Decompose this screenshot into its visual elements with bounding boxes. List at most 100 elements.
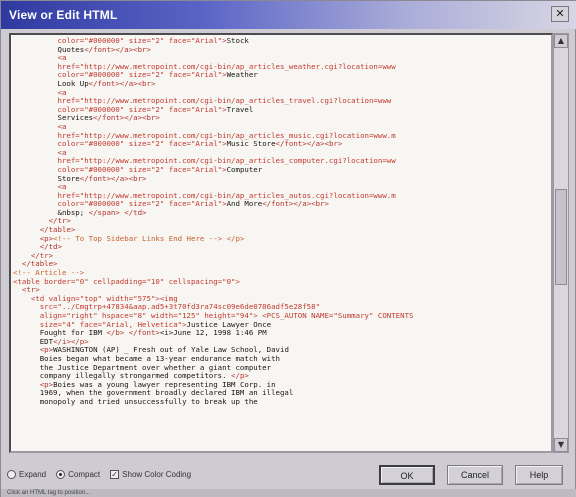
expand-radio[interactable]	[7, 469, 16, 479]
code-line[interactable]: EDT</i></p>	[13, 337, 551, 347]
code-token-text: Services	[57, 114, 94, 123]
ok-button[interactable]: OK	[379, 465, 435, 485]
cancel-button[interactable]: Cancel	[447, 465, 503, 485]
code-token-tag: <a	[57, 54, 67, 63]
code-token-tag: </font></a><br>	[275, 140, 343, 149]
code-token-tag: </font></a><br>	[79, 174, 147, 183]
help-button[interactable]: Help	[515, 465, 563, 485]
code-token-text: Stock	[226, 37, 249, 45]
code-text-area[interactable]: color="#000000" size="2" face="Arial"> St…	[11, 35, 551, 451]
code-token-tag: <a	[57, 88, 67, 97]
code-line[interactable]: href="http://www.metropoint.com/cgi-bin/…	[13, 191, 551, 201]
code-token-text: &nbsp;	[57, 208, 89, 217]
code-line[interactable]: <a	[13, 54, 551, 63]
compact-label: Compact	[68, 469, 101, 479]
code-line[interactable]: <!-- Article -->	[13, 269, 551, 278]
code-line[interactable]: Boies began what became a 13-year endura…	[13, 354, 551, 364]
code-line[interactable]: href="http://www.metropoint.com/cgi-bin/…	[13, 62, 551, 72]
compact-option[interactable]: Compact	[56, 469, 101, 479]
vertical-scrollbar[interactable]: ▲ ▼	[553, 33, 569, 453]
code-line[interactable]: color="#000000" size="2" face="Arial">St…	[13, 37, 551, 46]
code-line[interactable]: href="http://www.metropoint.com/cgi-bin/…	[13, 157, 551, 166]
code-token-comment: <!-- To Top Sidebar Links End Here --> <…	[53, 234, 245, 243]
code-line[interactable]: <p>WASHINGTON (AP) _ Fresh out of Yale L…	[13, 346, 551, 355]
code-line[interactable]: <table border="0" cellpadding="10" cells…	[13, 278, 551, 287]
code-token-attr: href="http://www.metropoint.com/cgi-bin/…	[57, 191, 396, 200]
code-token-attr: href="http://www.metropoint.com/cgi-bin/…	[57, 97, 392, 106]
code-token-text: Music Store	[226, 140, 276, 149]
code-token-text: Boies began what became a 13-year endura…	[39, 354, 280, 363]
close-icon[interactable]: ✕	[551, 6, 569, 22]
code-line[interactable]: 1969, when the government broadly declar…	[13, 389, 551, 398]
code-line[interactable]: color="#000000" size="2" face="Arial">We…	[13, 71, 551, 80]
code-token-text: Boies was a young lawyer representing IB…	[53, 380, 276, 389]
code-token-text: And More	[226, 200, 263, 209]
code-token-attr: <td valign="top" width="575"><img	[30, 294, 178, 303]
code-token-tag: </font></a><br>	[93, 114, 160, 123]
code-line[interactable]: href="http://www.metropoint.com/cgi-bin/…	[13, 97, 551, 106]
code-line[interactable]: <td valign="top" width="575"><img	[13, 294, 551, 304]
code-line[interactable]: <a	[13, 148, 551, 158]
code-token-tag: </tr>	[48, 217, 71, 226]
code-token-tag: </i></p>	[53, 337, 89, 346]
code-line[interactable]: Look Up</font></a><br>	[13, 80, 551, 89]
code-line[interactable]: color="#000000" size="2" face="Arial">Co…	[13, 165, 551, 175]
show-color-coding-option[interactable]: ✓ Show Color Coding	[110, 469, 191, 479]
code-line[interactable]: color="#000000" size="2" face="Arial">An…	[13, 200, 551, 209]
code-token-attr: href="http://www.metropoint.com/cgi-bin/…	[57, 62, 396, 71]
title-bar[interactable]: View or Edit HTML ✕	[1, 1, 576, 29]
code-line[interactable]: &nbsp; </span> </td>	[13, 208, 551, 218]
code-line[interactable]: <p><!-- To Top Sidebar Links End Here --…	[13, 234, 551, 244]
scroll-down-icon[interactable]: ▼	[554, 438, 568, 452]
code-line[interactable]: Services</font></a><br>	[13, 114, 551, 123]
code-line[interactable]: company illegally strongarmed competitor…	[13, 372, 551, 381]
code-token-attr: align="right" hspace="8" width="125" hei…	[39, 312, 414, 320]
code-line[interactable]: </table>	[13, 260, 551, 269]
code-token-text: <i>June 12, 1998 1:46 PM	[159, 329, 267, 338]
code-line[interactable]: <p>Boies was a young lawyer representing…	[13, 380, 551, 390]
code-token-tag: <p>	[39, 380, 54, 389]
html-editor-window: View or Edit HTML ✕ color="#000000" size…	[0, 0, 576, 497]
show-color-coding-checkbox[interactable]: ✓	[110, 469, 120, 479]
scroll-up-icon[interactable]: ▲	[554, 34, 568, 48]
compact-radio[interactable]	[56, 469, 66, 479]
code-line[interactable]: color="#000000" size="2" face="Arial">Mu…	[13, 140, 551, 149]
code-token-attr: color="#000000" size="2" face="Arial">	[57, 71, 227, 80]
code-token-attr: href="http://www.metropoint.com/cgi-bin/…	[57, 131, 396, 140]
code-token-tag: <a	[57, 148, 67, 157]
code-token-text: Fought for IBM	[39, 329, 107, 338]
code-token-tag: <p>	[39, 234, 54, 243]
code-token-tag: </table>	[39, 226, 76, 235]
scroll-thumb[interactable]	[555, 189, 567, 286]
code-line[interactable]: the Justice Department over whether a gi…	[13, 364, 551, 373]
code-line[interactable]: </td>	[13, 243, 551, 252]
code-token-tag: </font></a><br>	[84, 45, 151, 54]
code-token-text: WASHINGTON (AP) _ Fresh out of Yale Law …	[53, 346, 289, 355]
code-line[interactable]: color="#000000" size="2" face="Arial">Tr…	[13, 105, 551, 115]
code-line[interactable]: monopoly and tried unsuccessfully to bre…	[13, 397, 551, 407]
code-token-tag: <p>	[39, 346, 54, 355]
code-line[interactable]: Fought for IBM </b> </font><i>June 12, 1…	[13, 329, 551, 338]
code-line[interactable]: <a	[13, 123, 551, 132]
code-token-text: monopoly and tried unsuccessfully to bre…	[39, 397, 258, 406]
code-line[interactable]: href="http://www.metropoint.com/cgi-bin/…	[13, 131, 551, 141]
code-line[interactable]: align="right" hspace="8" width="125" hei…	[13, 312, 551, 321]
code-line[interactable]: <tr>	[13, 286, 551, 295]
code-token-attr: color="#000000" size="2" face="Arial">	[57, 105, 227, 114]
code-line[interactable]: </table>	[13, 226, 551, 235]
code-line[interactable]: </tr>	[13, 252, 551, 261]
code-token-text: EDT	[39, 337, 54, 346]
code-line[interactable]: <a	[13, 88, 551, 98]
code-line[interactable]: <a	[13, 183, 551, 192]
code-line[interactable]: size="4" face="Arial, Helvetica">Justice…	[13, 320, 551, 330]
html-source-editor[interactable]: color="#000000" size="2" face="Arial"> St…	[9, 33, 553, 453]
expand-option[interactable]: Expand	[7, 469, 46, 479]
code-token-attr: size="4" face="Arial, Helvetica">	[39, 320, 187, 329]
code-token-tag: </font></a><br>	[262, 200, 329, 209]
code-token-tag: <a	[57, 183, 67, 192]
code-line[interactable]: Quotes</font></a><br>	[13, 45, 551, 55]
code-token-text: Computer	[226, 165, 263, 174]
code-line[interactable]: </tr>	[13, 217, 551, 226]
code-line[interactable]: src="../Cmgtrp+47834&aap.ad5+3t70fd3ra74…	[13, 303, 551, 312]
code-line[interactable]: Store</font></a><br>	[13, 174, 551, 184]
